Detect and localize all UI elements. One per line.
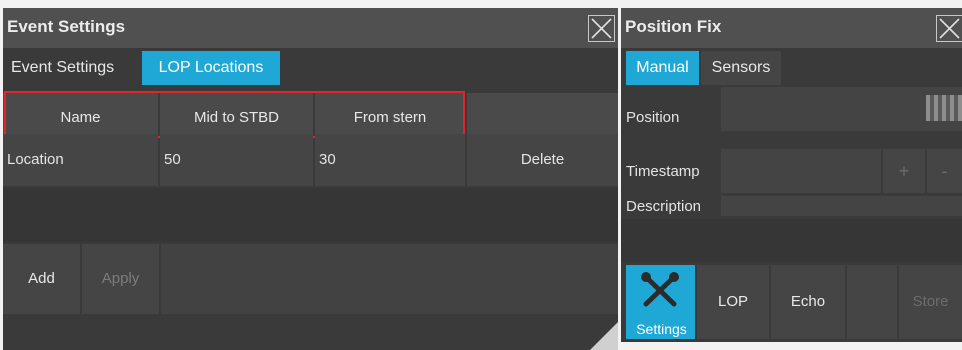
echo-button[interactable]: Echo — [771, 265, 845, 339]
add-button[interactable]: Add — [3, 244, 80, 314]
table-row-name-cell[interactable]: Location — [3, 134, 158, 186]
position-fix-titlebar: Position Fix — [621, 8, 962, 48]
close-icon — [939, 18, 960, 39]
tab-lop-locations[interactable]: LOP Locations — [142, 51, 280, 85]
position-fix-panel: Position Fix Manual Sensors Position Tim… — [621, 8, 962, 342]
toolbar-spacer — [847, 265, 897, 339]
settings-button[interactable]: Settings — [626, 265, 695, 339]
description-textarea[interactable] — [621, 219, 962, 262]
map-icon[interactable] — [926, 95, 962, 121]
settings-button-label: Settings — [636, 321, 687, 337]
resize-grip-icon[interactable] — [590, 322, 618, 350]
event-settings-titlebar: Event Settings — [3, 8, 618, 48]
tab-event-settings[interactable]: Event Settings — [11, 51, 114, 85]
apply-button[interactable]: Apply — [82, 244, 159, 314]
tab-manual[interactable]: Manual — [626, 51, 699, 85]
position-fix-close-button[interactable] — [936, 15, 962, 42]
tools-icon — [641, 272, 679, 307]
timestamp-decrement-button[interactable]: - — [927, 149, 962, 193]
action-bar-filler — [161, 244, 618, 314]
event-settings-title: Event Settings — [7, 17, 126, 36]
tab-sensors[interactable]: Sensors — [701, 51, 781, 85]
store-button[interactable]: Store — [899, 265, 962, 339]
delete-button[interactable]: Delete — [467, 134, 618, 186]
description-field[interactable] — [721, 196, 962, 216]
lop-button[interactable]: LOP — [697, 265, 769, 339]
header-highlight-frame — [4, 91, 465, 138]
table-row-mid-cell[interactable]: 50 — [160, 134, 313, 186]
table-row-stern-cell[interactable]: 30 — [315, 134, 465, 186]
event-settings-close-button[interactable] — [588, 15, 615, 42]
empty-list-area — [3, 188, 618, 242]
timestamp-increment-button[interactable]: + — [883, 149, 925, 193]
description-label: Description — [626, 198, 702, 215]
close-icon — [591, 18, 612, 39]
position-label: Position — [626, 109, 680, 126]
timestamp-field[interactable] — [721, 149, 881, 193]
position-fix-title: Position Fix — [625, 17, 722, 36]
timestamp-label: Timestamp — [626, 163, 700, 180]
event-settings-panel: Event Settings Event Settings LOP Locati… — [3, 8, 618, 350]
